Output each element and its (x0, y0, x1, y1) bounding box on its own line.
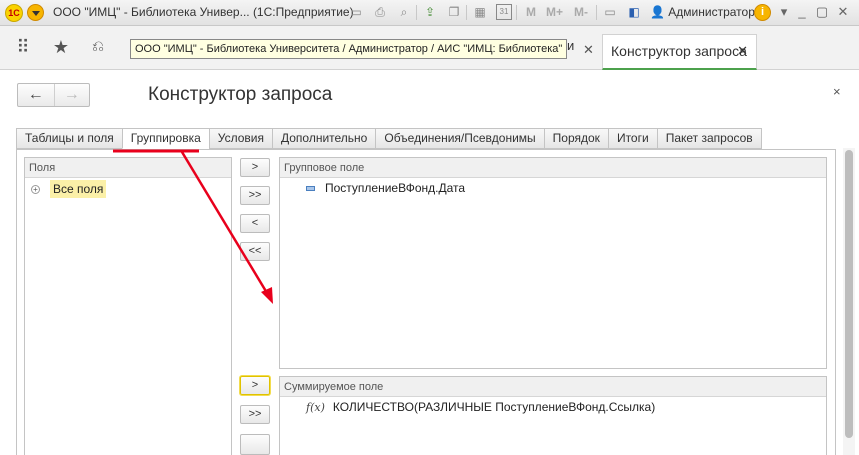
memory-plus-button[interactable]: M+ (546, 5, 563, 19)
sum-fields-header: Суммируемое поле (280, 377, 826, 397)
list-item-label: Все поля (50, 180, 107, 198)
fields-list[interactable]: Поля + Все поля (24, 157, 232, 455)
user-icon: 👤 (650, 5, 665, 19)
tab-grouping[interactable]: Группировка (121, 128, 209, 149)
group-fields-header: Групповое поле (280, 158, 826, 178)
list-item-label: КОЛИЧЕСТВО(РАЗЛИЧНЫЕ ПоступлениеВФонд.Сс… (332, 400, 656, 414)
info-dropdown-icon[interactable]: ▾ (775, 3, 793, 21)
favorites-star-icon[interactable]: ★ (50, 36, 72, 58)
window-title: ООО "ИМЦ" - Библиотека Универ... (1С:Пре… (53, 5, 354, 19)
table-icon[interactable]: ▦ (472, 4, 488, 20)
scrollbar-thumb[interactable] (845, 150, 853, 438)
form-close-button[interactable]: × (833, 84, 841, 99)
navigation-buttons: ← → (17, 83, 90, 107)
tab-totals[interactable]: Итоги (607, 128, 657, 149)
open-tab-hidden[interactable]: и (567, 38, 574, 70)
add-all-sum-fields-button[interactable]: >> (240, 405, 270, 424)
apps-grid-icon[interactable]: ⠿ (12, 36, 34, 58)
copy-icon[interactable]: ❐ (446, 4, 462, 20)
tab-query-batch[interactable]: Пакет запросов (656, 128, 762, 149)
list-item[interactable]: + Все поля (31, 180, 107, 198)
list-item[interactable]: f(x) КОЛИЧЕСТВО(РАЗЛИЧНЫЕ ПоступлениеВФо… (306, 400, 655, 414)
tab-query-builder-label: Конструктор запроса (611, 43, 747, 59)
tab-additional[interactable]: Дополнительно (271, 128, 376, 149)
query-builder-tabs: Таблицы и поля Группировка Условия Допол… (16, 128, 762, 149)
main-menu-button[interactable] (27, 4, 44, 21)
tab-conditions[interactable]: Условия (208, 128, 272, 149)
add-group-field-button[interactable]: > (240, 158, 270, 177)
fields-list-header: Поля (25, 158, 231, 178)
expand-icon[interactable]: + (31, 184, 40, 194)
remove-group-field-button[interactable]: < (240, 214, 270, 233)
remove-sum-field-button[interactable] (240, 434, 270, 455)
1c-logo-icon: 1С (5, 4, 23, 22)
panel-icon[interactable]: ◧ (626, 4, 642, 20)
minimize-icon[interactable]: _ (793, 3, 811, 21)
upload-icon[interactable]: ⇪ (422, 4, 438, 20)
window-tooltip: ООО "ИМЦ" - Библиотека Университета / Ад… (130, 39, 568, 59)
field-icon (306, 185, 315, 191)
list-item-label: ПоступлениеВФонд.Дата (325, 181, 466, 195)
preview-icon[interactable]: ⌕ (396, 4, 412, 20)
memory-m-button[interactable]: M (526, 5, 536, 19)
user-name: Администратор (668, 5, 755, 19)
tab-query-builder[interactable]: Конструктор запроса ✕ (602, 34, 757, 70)
remove-all-group-fields-button[interactable]: << (240, 242, 270, 261)
history-icon[interactable]: ⎌ (87, 36, 109, 58)
collapse-icon[interactable]: ▭ (602, 4, 618, 20)
current-user[interactable]: 👤 Администратор (650, 5, 755, 19)
close-icon[interactable]: ✕ (583, 42, 594, 58)
group-fields-list[interactable]: Групповое поле ПоступлениеВФонд.Дата (279, 157, 827, 369)
tab-tables-and-fields[interactable]: Таблицы и поля (16, 128, 122, 149)
list-item[interactable]: ПоступлениеВФонд.Дата (306, 181, 465, 195)
window-close-icon[interactable]: ✕ (834, 3, 852, 21)
info-button[interactable]: i (754, 4, 771, 21)
forward-button[interactable]: → (53, 84, 90, 106)
page-title: Конструктор запроса (148, 84, 333, 105)
close-icon[interactable]: ✕ (737, 43, 748, 59)
maximize-icon[interactable]: ▢ (813, 3, 831, 21)
add-all-group-fields-button[interactable]: >> (240, 186, 270, 205)
save-icon[interactable]: ▭ (348, 4, 364, 20)
tab-unions-aliases[interactable]: Объединения/Псевдонимы (375, 128, 544, 149)
function-icon: f(x) (306, 400, 325, 414)
sum-fields-list[interactable]: Суммируемое поле f(x) КОЛИЧЕСТВО(РАЗЛИЧН… (279, 376, 827, 455)
back-button[interactable]: ← (18, 84, 54, 106)
print-icon[interactable]: ⎙ (372, 4, 388, 20)
title-bar: 1С ООО "ИМЦ" - Библиотека Универ... (1С:… (0, 0, 859, 26)
add-sum-field-button[interactable]: > (240, 376, 270, 395)
memory-minus-button[interactable]: M- (574, 5, 588, 19)
calendar-icon[interactable]: 31 (496, 4, 512, 20)
tab-order[interactable]: Порядок (543, 128, 608, 149)
